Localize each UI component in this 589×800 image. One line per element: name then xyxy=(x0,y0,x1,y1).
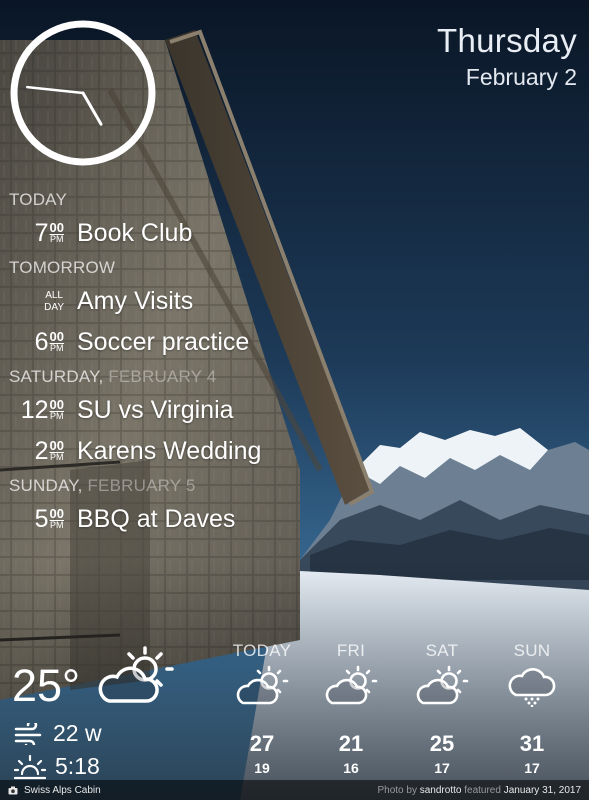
agenda-event[interactable]: 7 00 PM Book Club xyxy=(9,213,389,254)
partly-cloudy-icon xyxy=(236,665,289,705)
partly-cloudy-icon xyxy=(98,646,174,703)
agenda-section-heading: SUNDAY, FEBRUARY 5 xyxy=(9,476,196,495)
partly-cloudy-icon xyxy=(325,665,378,705)
agenda-section-heading: TOMORROW xyxy=(9,258,116,277)
featured-date: January 31, 2017 xyxy=(503,784,581,796)
sunset-readout: 5:18 xyxy=(14,753,100,780)
event-title: SU vs Virginia xyxy=(77,396,234,424)
agenda-event[interactable]: 6 00 PM Soccer practice xyxy=(9,322,389,363)
event-time: 5 00 PM xyxy=(34,505,64,533)
forecast-day[interactable]: SUN 31 17 xyxy=(492,641,572,776)
forecast-low: 17 xyxy=(434,760,450,776)
forecast-high: 31 xyxy=(519,731,545,756)
event-title: Soccer practice xyxy=(77,328,250,356)
agenda-list: TODAY 7 00 PM Book Club TOMORROW ALL DAY A… xyxy=(9,186,389,540)
agenda-event[interactable]: 12 00 PM SU vs Virginia xyxy=(9,390,389,431)
camera-icon xyxy=(8,786,18,794)
date-label: February 2 xyxy=(465,64,577,90)
location-caption[interactable]: Swiss Alps Cabin xyxy=(8,785,101,796)
forecast-low: 16 xyxy=(343,760,359,776)
forecast-low: 19 xyxy=(254,760,270,776)
forecast-day[interactable]: SAT 25 17 xyxy=(402,641,482,776)
date-display: Thursday February 2 xyxy=(437,22,577,91)
wind-readout: 22 w xyxy=(14,720,102,747)
event-time: 6 00 PM xyxy=(34,328,64,356)
event-time: 2 00 PM xyxy=(34,437,64,465)
agenda-event[interactable]: ALL DAY Amy Visits xyxy=(9,281,389,322)
event-title: BBQ at Daves xyxy=(77,505,236,533)
current-temperature: 25° xyxy=(12,660,81,711)
partly-cloudy-icon xyxy=(416,665,469,705)
agenda-section-heading: TODAY xyxy=(9,190,67,209)
photo-credit-bar: Swiss Alps Cabin Photo by sandrotto feat… xyxy=(0,780,589,800)
snow-icon xyxy=(508,667,556,707)
weekday-label: Thursday xyxy=(437,22,577,59)
forecast-low: 17 xyxy=(524,760,540,776)
event-title: Book Club xyxy=(77,219,193,247)
photo-attribution[interactable]: Photo by sandrotto featured January 31, … xyxy=(377,785,581,796)
forecast-high: 21 xyxy=(338,731,364,756)
event-time: ALL DAY xyxy=(44,289,64,313)
agenda-event[interactable]: 2 00 PM Karens Wedding xyxy=(9,431,389,472)
agenda-event[interactable]: 5 00 PM BBQ at Daves xyxy=(9,499,389,540)
event-time: 12 00 PM xyxy=(20,396,64,424)
wind-value: 22 w xyxy=(53,720,102,746)
forecast-high: 27 xyxy=(249,731,275,756)
wind-icon xyxy=(14,722,42,745)
sunset-icon xyxy=(14,754,46,779)
event-time: 7 00 PM xyxy=(34,219,64,247)
sunset-time: 5:18 xyxy=(55,753,100,779)
agenda-section-heading: SATURDAY, FEBRUARY 4 xyxy=(9,367,217,386)
event-title: Karens Wedding xyxy=(77,437,262,465)
forecast-high: 25 xyxy=(429,731,455,756)
forecast-day-label: SUN xyxy=(513,641,551,660)
forecast-day-label: SAT xyxy=(425,641,459,660)
forecast-day-label: FRI xyxy=(336,641,366,660)
event-title: Amy Visits xyxy=(77,287,194,315)
analog-clock xyxy=(10,20,156,166)
location-label: Swiss Alps Cabin xyxy=(24,784,101,796)
forecast-day[interactable]: FRI 21 16 xyxy=(311,641,391,776)
forecast-day[interactable]: TODAY 27 19 xyxy=(222,641,302,776)
forecast-day-label: TODAY xyxy=(232,641,292,660)
photographer-name: sandrotto xyxy=(419,784,462,796)
